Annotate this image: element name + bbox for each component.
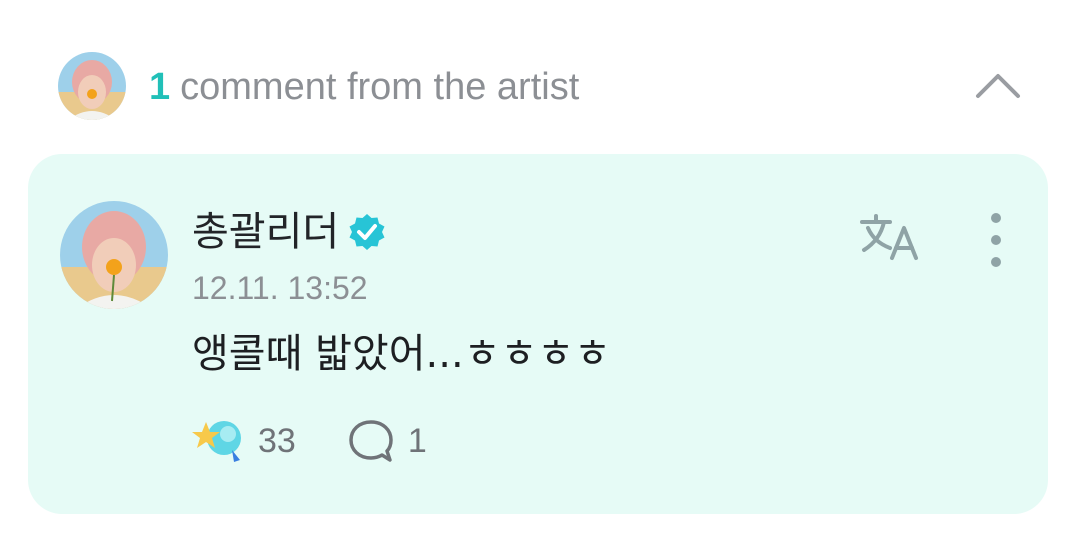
comment-actions: 33 1 xyxy=(192,416,477,466)
translate-button[interactable] xyxy=(858,210,922,266)
comment-text: 앵콜때 밟았어...ㅎㅎㅎㅎ xyxy=(192,331,611,377)
artist-avatar xyxy=(58,52,126,120)
reply-bubble-icon xyxy=(349,420,393,462)
like-count: 33 xyxy=(258,422,296,460)
collapse-button[interactable] xyxy=(968,60,1028,110)
chevron-up-icon xyxy=(976,74,1020,98)
author-avatar[interactable] xyxy=(60,201,168,309)
author-row: 총괄리더 xyxy=(192,204,387,260)
comment-timestamp: 12.11. 13:52 xyxy=(192,270,368,306)
reply-count: 1 xyxy=(407,422,427,460)
translate-icon xyxy=(860,214,918,260)
comment-count: 1 xyxy=(149,66,171,108)
comment-count-title: 1 comment from the artist xyxy=(149,62,579,112)
artist-comment-card[interactable]: 총괄리더 12.11. 13:52 앵콜때 밟았어...ㅎㅎㅎㅎ 33 1 xyxy=(28,154,1048,514)
more-options-button[interactable] xyxy=(976,210,1016,270)
like-star-icon xyxy=(192,421,241,462)
author-name[interactable]: 총괄리더 xyxy=(192,204,339,260)
more-vertical-icon xyxy=(991,213,1001,267)
comments-header: 1 comment from the artist xyxy=(0,0,1076,160)
like-button[interactable]: 33 xyxy=(192,416,296,466)
reply-button[interactable]: 1 xyxy=(346,416,427,466)
verified-badge-icon xyxy=(349,214,385,250)
comment-title-label: comment from the artist xyxy=(180,66,580,108)
